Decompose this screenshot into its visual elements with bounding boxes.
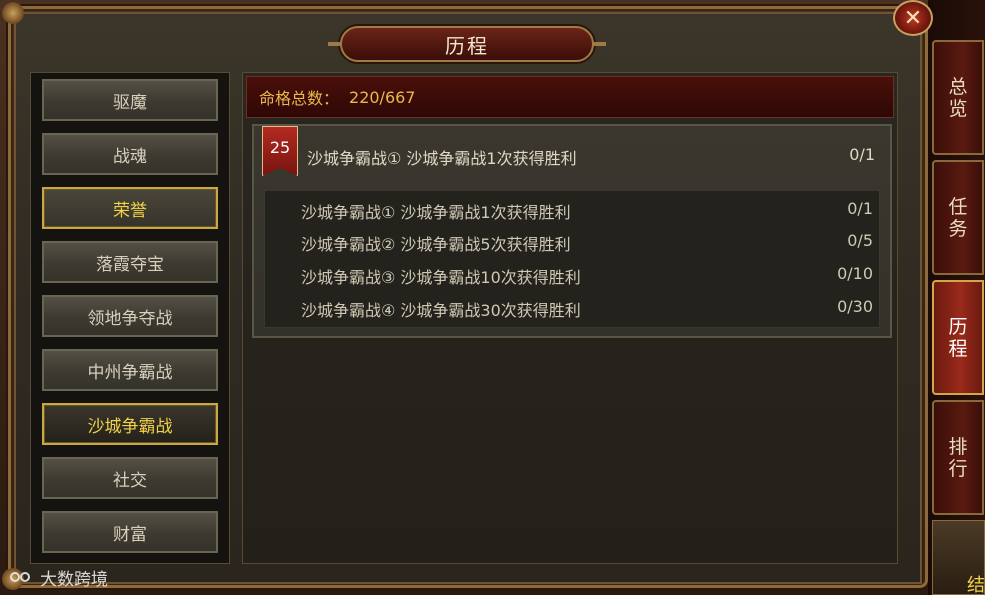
summary-label: 命格总数： [259,89,340,108]
tab-label: 总 [948,75,968,98]
tab-label: 行 [948,457,968,480]
category-treasure-button[interactable]: 落霞夺宝 [42,241,218,283]
sub-achievement-progress: 0/5 [847,231,873,250]
sub-achievement-label: 沙城争霸战③ 沙城争霸战10次获得胜利 [301,268,581,287]
category-label: 荣誉 [113,200,147,221]
achievement-progress: 0/1 [849,145,875,164]
list-item: 沙城争霸战④ 沙城争霸战30次获得胜利 0/30 [301,297,879,321]
category-wealth-button[interactable]: 财富 [42,511,218,553]
category-label: 社交 [113,470,147,491]
corner-ornament-icon [2,2,24,24]
close-button[interactable]: ✕ [893,0,933,36]
summary-bar: 命格总数： 220/667 [246,76,894,118]
category-label: 战魂 [113,146,147,167]
dialog-title-plaque: 历程 [328,26,606,62]
category-label: 沙城争霸战 [87,416,173,437]
category-label: 落霞夺宝 [96,254,164,275]
category-exorcism-button[interactable]: 驱魔 [42,79,218,121]
sub-achievement-label: 沙城争霸战② 沙城争霸战5次获得胜利 [301,235,571,254]
tab-label: 排 [948,435,968,458]
level-number: 25 [269,138,291,157]
category-label: 财富 [113,524,147,545]
achievement-title: 沙城争霸战① 沙城争霸战1次获得胜利 [307,149,577,168]
summary-value: 220/667 [349,87,416,107]
category-war-soul-button[interactable]: 战魂 [42,133,218,175]
sub-achievement-label: 沙城争霸战① 沙城争霸战1次获得胜利 [301,203,571,222]
category-label: 驱魔 [113,92,147,113]
sub-achievement-label: 沙城争霸战④ 沙城争霸战30次获得胜利 [301,301,581,320]
category-territory-war-button[interactable]: 领地争夺战 [42,295,218,337]
sub-achievement-progress: 0/30 [837,297,873,316]
category-label: 领地争夺战 [87,308,173,329]
corner-tab-label: 结 [967,575,985,595]
category-zhongzhou-war-button[interactable]: 中州争霸战 [42,349,218,391]
sub-achievement-progress: 0/1 [847,199,873,218]
category-social-button[interactable]: 社交 [42,457,218,499]
category-sand-city-war-button[interactable]: 沙城争霸战 [42,403,218,445]
dialog-title: 历程 [445,33,489,58]
tab-ranking[interactable]: 排 行 [932,400,984,515]
watermark: 大数跨境 [8,565,108,590]
tab-label: 历 [948,315,968,338]
tab-tasks[interactable]: 任 务 [932,160,984,275]
close-icon: ✕ [903,5,923,31]
plaque-right-deco [592,42,606,46]
category-label: 中州争霸战 [87,362,173,383]
category-honor-button[interactable]: 荣誉 [42,187,218,229]
list-item: 沙城争霸战① 沙城争霸战1次获得胜利 0/1 [301,199,879,223]
corner-tab[interactable]: 结 [932,520,985,595]
tab-label: 程 [948,337,968,360]
tab-label: 务 [948,217,968,240]
plaque-left-deco [328,42,342,46]
watermark-text: 大数跨境 [40,570,108,590]
tab-label: 任 [948,195,968,218]
sub-achievement-progress: 0/10 [837,264,873,283]
tab-label: 览 [948,97,968,120]
watermark-logo-icon [8,570,34,586]
list-item: 沙城争霸战② 沙城争霸战5次获得胜利 0/5 [301,231,879,255]
game-screen: 历程 驱魔 战魂 荣誉 落霞夺宝 领地争夺战 中州争霸战 沙城争霸战 社交 财富… [0,0,985,595]
list-item: 沙城争霸战③ 沙城争霸战10次获得胜利 0/10 [301,264,879,288]
tab-overview[interactable]: 总 览 [932,40,984,155]
tab-history[interactable]: 历 程 [932,280,984,395]
